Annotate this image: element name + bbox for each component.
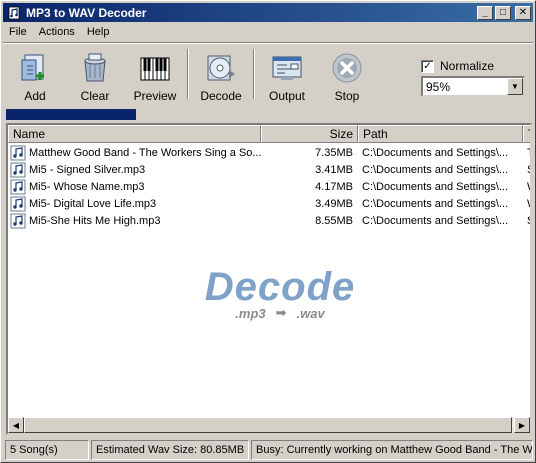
- list-row[interactable]: Matthew Good Band - The Workers Sing a S…: [8, 144, 530, 161]
- list-row[interactable]: Mi5- Digital Love Life.mp3 3.49MB C:\Doc…: [8, 195, 530, 212]
- clear-button[interactable]: Clear: [65, 47, 125, 103]
- horizontal-scrollbar[interactable]: ◀ ▶: [8, 417, 530, 433]
- normalize-label: Normalize: [440, 59, 495, 73]
- row-name: Mi5 - Signed Silver.mp3: [29, 163, 146, 176]
- output-settings-icon: [270, 51, 304, 85]
- list-header: Name Size Path T: [8, 125, 530, 143]
- decode-label: Decode: [200, 89, 242, 103]
- add-file-icon: [18, 51, 52, 85]
- disc-icon: [204, 51, 238, 85]
- row-type: S: [523, 215, 530, 227]
- output-label: Output: [268, 89, 306, 103]
- scroll-track[interactable]: [24, 417, 514, 433]
- maximize-button[interactable]: □: [495, 5, 511, 20]
- list-row[interactable]: Mi5-She Hits Me High.mp3 8.55MB C:\Docum…: [8, 212, 530, 229]
- piano-icon: [138, 51, 172, 85]
- status-estimated-size: Estimated Wav Size: 80.85MB: [91, 440, 249, 460]
- menu-bar: File Actions Help: [3, 23, 533, 41]
- list-row[interactable]: Mi5 - Signed Silver.mp3 3.41MB C:\Docume…: [8, 161, 530, 178]
- row-size: 3.41MB: [315, 163, 353, 176]
- status-busy-message: Busy: Currently working on Matthew Good …: [251, 440, 533, 460]
- app-icon: [6, 5, 22, 21]
- minimize-button[interactable]: _: [477, 5, 493, 20]
- decode-watermark: Decode .mp3 ➡ .wav: [190, 267, 370, 321]
- close-button[interactable]: ✕: [515, 5, 531, 20]
- row-name: Mi5-She Hits Me High.mp3: [29, 214, 161, 227]
- normalize-option[interactable]: ✓ Normalize: [421, 59, 494, 73]
- row-path: C:\Documents and Settings\...: [362, 146, 509, 159]
- music-note-icon: [10, 196, 26, 212]
- row-type: S: [523, 164, 530, 176]
- stop-button[interactable]: Stop: [317, 47, 377, 103]
- decode-button[interactable]: Decode: [191, 47, 251, 103]
- menu-help[interactable]: Help: [81, 26, 116, 38]
- row-size: 7.35MB: [315, 146, 353, 159]
- scroll-left-button[interactable]: ◀: [8, 417, 24, 433]
- dropdown-arrow-icon[interactable]: ▼: [507, 78, 523, 95]
- row-path: C:\Documents and Settings\...: [362, 180, 509, 193]
- row-name: Mi5- Whose Name.mp3: [29, 180, 145, 193]
- output-button[interactable]: Output: [257, 47, 317, 103]
- column-header-name[interactable]: Name: [8, 125, 261, 143]
- trash-icon: [78, 51, 112, 85]
- row-path: C:\Documents and Settings\...: [362, 214, 509, 227]
- toolbar-divider: [187, 49, 189, 99]
- add-label: Add: [24, 89, 46, 103]
- scroll-thumb[interactable]: [24, 417, 512, 433]
- row-size: 8.55MB: [315, 214, 353, 227]
- status-bar: 5 Song(s) Estimated Wav Size: 80.85MB Bu…: [5, 440, 533, 460]
- menu-divider: [3, 42, 533, 44]
- normalize-level-select[interactable]: 95% ▼: [421, 76, 525, 97]
- normalize-checkbox[interactable]: ✓: [421, 59, 434, 73]
- status-song-count: 5 Song(s): [5, 440, 89, 460]
- progress-bar: [6, 109, 136, 120]
- list-row[interactable]: Mi5- Whose Name.mp3 4.17MB C:\Documents …: [8, 178, 530, 195]
- music-note-icon: [10, 145, 26, 161]
- row-type: W: [523, 198, 530, 210]
- menu-file[interactable]: File: [3, 26, 33, 38]
- watermark-from: .mp3: [235, 305, 266, 321]
- add-button[interactable]: Add: [5, 47, 65, 103]
- row-size: 3.49MB: [315, 197, 353, 210]
- menu-actions[interactable]: Actions: [33, 26, 81, 38]
- preview-label: Preview: [133, 89, 177, 103]
- window-title: MP3 to WAV Decoder: [26, 5, 147, 20]
- toolbar: Add Clear Preview Decode Output Stop: [5, 47, 377, 103]
- toolbar-divider: [253, 49, 255, 99]
- row-size: 4.17MB: [315, 180, 353, 193]
- row-name: Mi5- Digital Love Life.mp3: [29, 197, 157, 210]
- row-type: T: [523, 147, 530, 159]
- row-path: C:\Documents and Settings\...: [362, 197, 509, 210]
- preview-button[interactable]: Preview: [125, 47, 185, 103]
- list-rows: Matthew Good Band - The Workers Sing a S…: [8, 144, 530, 229]
- stop-label: Stop: [334, 89, 360, 103]
- row-type: W: [523, 181, 530, 193]
- row-name: Matthew Good Band - The Workers Sing a S…: [29, 146, 261, 159]
- normalize-level-value: 95%: [426, 79, 451, 94]
- title-bar[interactable]: MP3 to WAV Decoder _ □ ✕: [3, 3, 533, 22]
- music-note-icon: [10, 179, 26, 195]
- watermark-to: .wav: [296, 305, 325, 321]
- row-path: C:\Documents and Settings\...: [362, 163, 509, 176]
- stop-icon: [330, 51, 364, 85]
- column-header-path[interactable]: Path: [358, 125, 523, 143]
- clear-label: Clear: [80, 89, 110, 103]
- column-header-type[interactable]: T: [523, 125, 530, 143]
- scroll-right-button[interactable]: ▶: [514, 417, 530, 433]
- column-header-size[interactable]: Size: [261, 125, 358, 143]
- song-list[interactable]: Name Size Path T Matthew Good Band - The…: [6, 123, 532, 435]
- watermark-title: Decode: [204, 265, 356, 309]
- music-note-icon: [10, 162, 26, 178]
- music-note-icon: [10, 213, 26, 229]
- app-window: MP3 to WAV Decoder _ □ ✕ File Actions He…: [0, 0, 536, 463]
- arrow-right-icon: ➡: [275, 305, 287, 320]
